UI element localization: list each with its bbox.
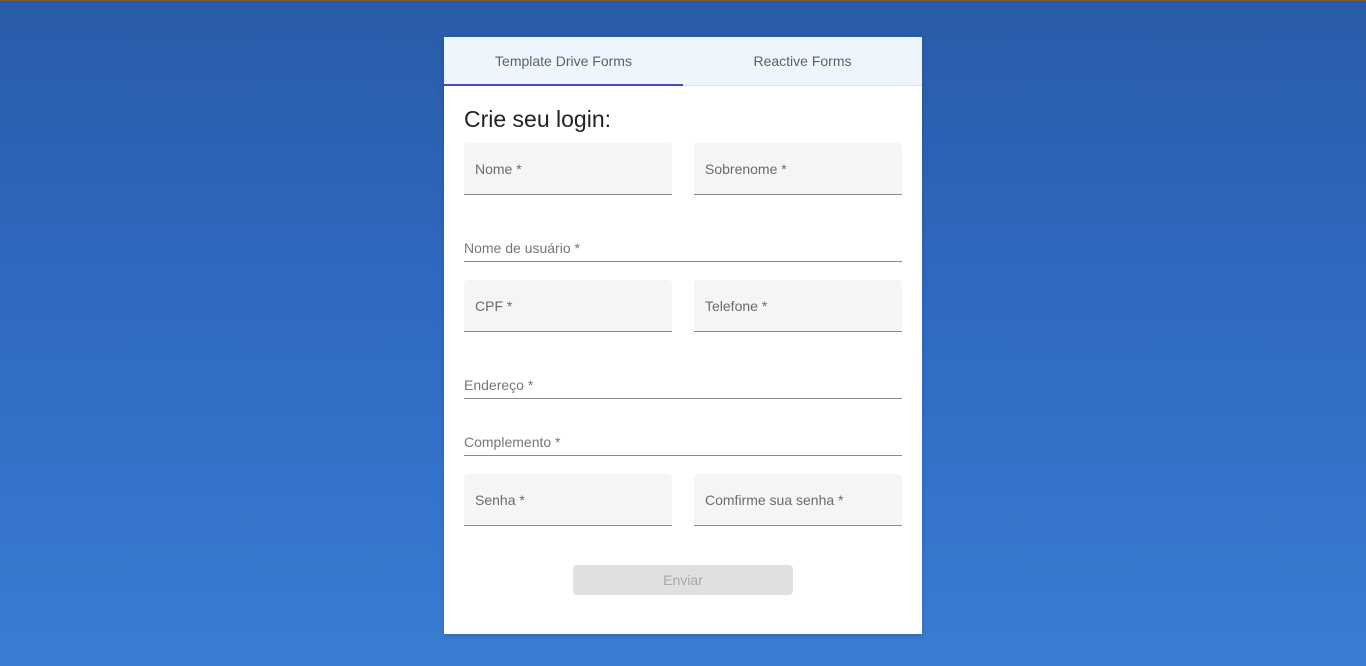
telefone-placeholder: Telefone * bbox=[705, 297, 768, 314]
tab-label: Template Drive Forms bbox=[495, 53, 632, 69]
tab-label: Reactive Forms bbox=[753, 53, 852, 69]
form-content: Crie seu login: Nome * Sobrenome * Nome … bbox=[444, 86, 922, 595]
complemento-placeholder: Complemento * bbox=[464, 434, 561, 450]
form-title: Crie seu login: bbox=[464, 106, 612, 132]
usuario-field[interactable]: Nome de usuário * bbox=[464, 240, 902, 262]
tab-bar: Template Drive Forms Reactive Forms bbox=[444, 37, 922, 86]
confirmar-senha-field[interactable]: Comfirme sua senha * bbox=[694, 474, 902, 526]
submit-button[interactable]: Enviar bbox=[573, 565, 793, 595]
endereco-placeholder: Endereço * bbox=[464, 377, 534, 393]
senha-placeholder: Senha * bbox=[475, 491, 525, 508]
sobrenome-field[interactable]: Sobrenome * bbox=[694, 143, 902, 195]
nome-field[interactable]: Nome * bbox=[464, 143, 672, 195]
sobrenome-placeholder: Sobrenome * bbox=[705, 160, 787, 177]
document-row: CPF * Telefone * bbox=[464, 280, 902, 332]
name-row: Nome * Sobrenome * bbox=[464, 143, 902, 195]
usuario-placeholder: Nome de usuário * bbox=[464, 240, 580, 256]
tab-reactive-forms[interactable]: Reactive Forms bbox=[683, 37, 922, 85]
telefone-field[interactable]: Telefone * bbox=[694, 280, 902, 332]
cpf-field[interactable]: CPF * bbox=[464, 280, 672, 332]
confirmar-senha-placeholder: Comfirme sua senha * bbox=[705, 491, 844, 508]
password-row: Senha * Comfirme sua senha * bbox=[464, 474, 902, 526]
senha-field[interactable]: Senha * bbox=[464, 474, 672, 526]
tab-template-driven-forms[interactable]: Template Drive Forms bbox=[444, 37, 683, 86]
top-border bbox=[0, 0, 1366, 1]
cpf-placeholder: CPF * bbox=[475, 297, 513, 314]
submit-wrapper: Enviar bbox=[464, 565, 902, 595]
endereco-field[interactable]: Endereço * bbox=[464, 377, 902, 399]
form-card: Template Drive Forms Reactive Forms Crie… bbox=[444, 37, 922, 634]
complemento-field[interactable]: Complemento * bbox=[464, 434, 902, 456]
nome-placeholder: Nome * bbox=[475, 160, 522, 177]
